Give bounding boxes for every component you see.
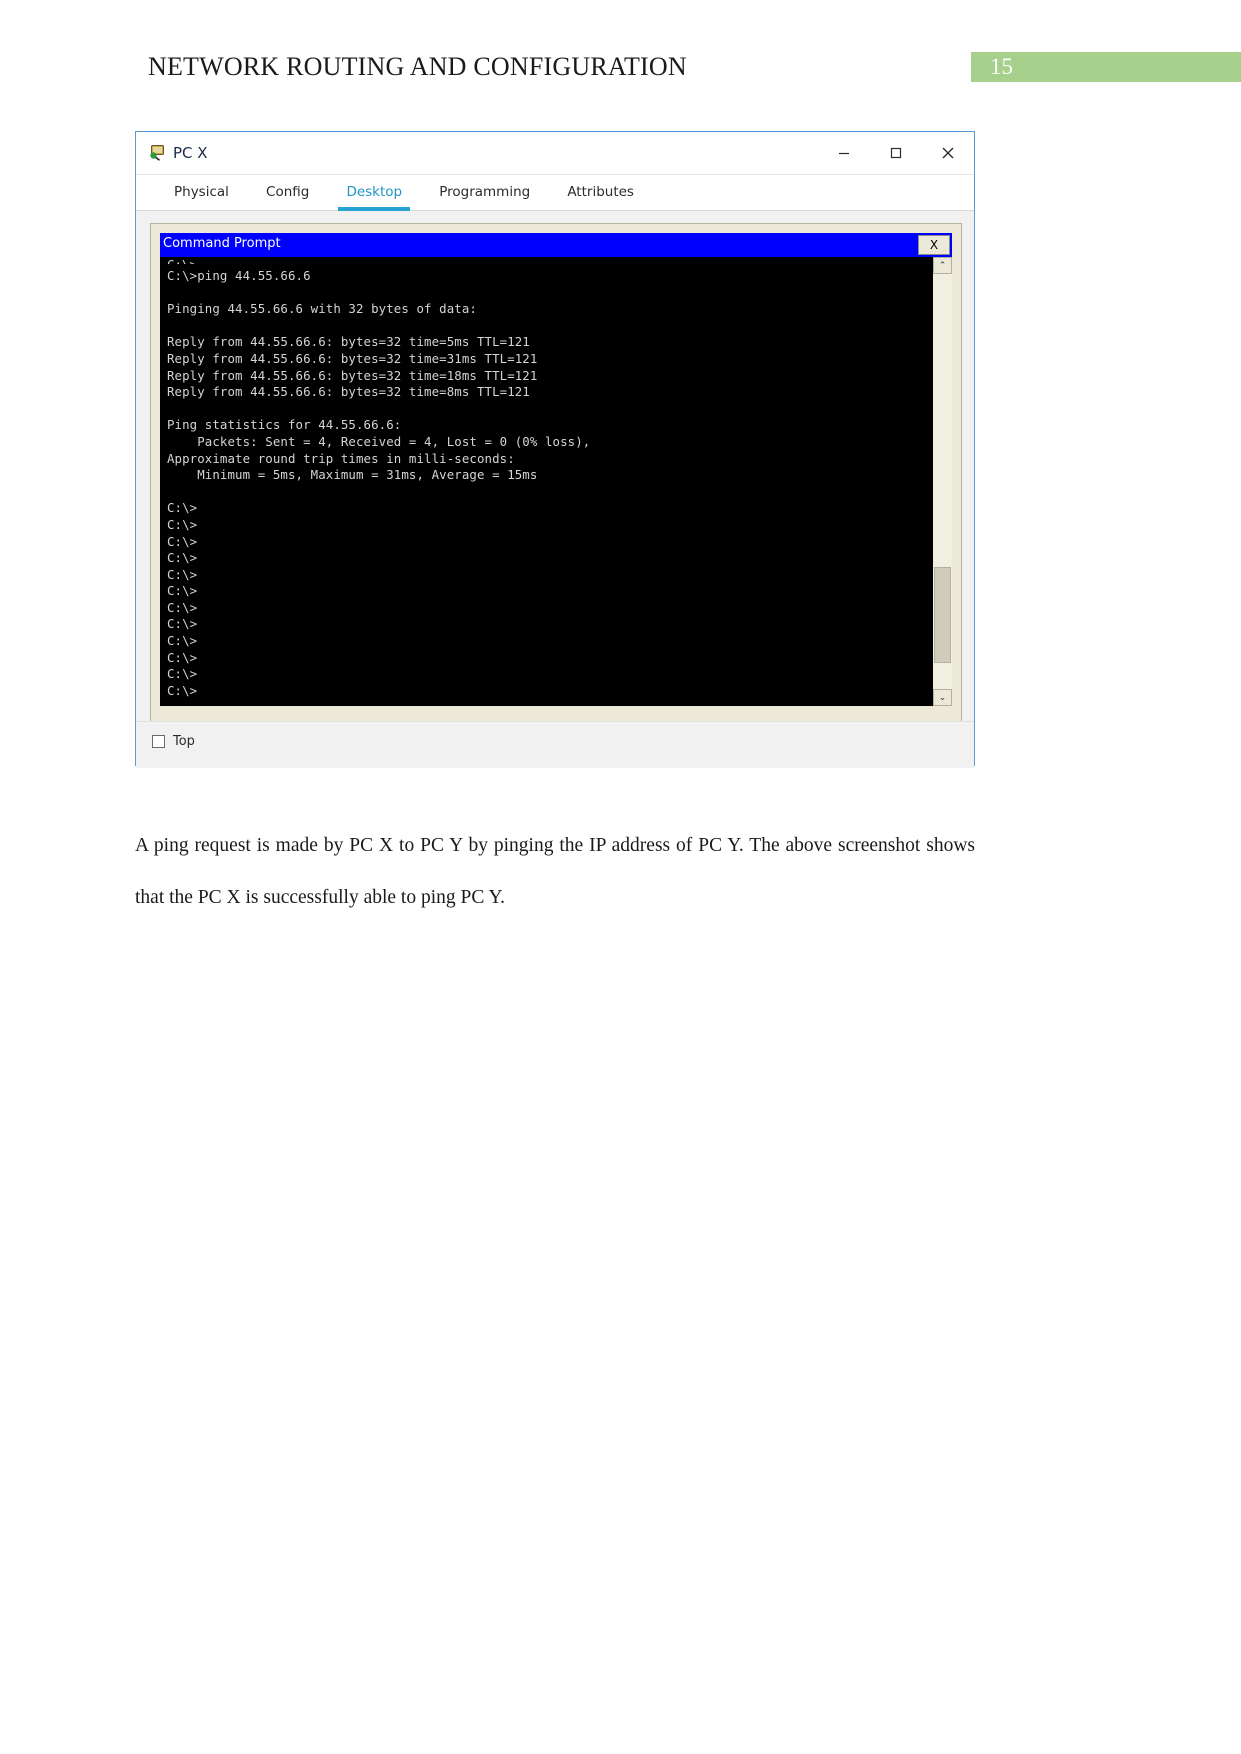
scroll-up-icon[interactable]: ⌃ [933, 257, 952, 274]
desktop-panel: Command Prompt X C:\> C:\>ping 44.55.66.… [136, 211, 974, 768]
window-footer: Top [136, 721, 974, 765]
tab-programming[interactable]: Programming [423, 175, 546, 211]
close-button[interactable] [922, 132, 974, 174]
window-title: PC X [173, 144, 208, 162]
scroll-down-icon[interactable]: ⌄ [933, 689, 952, 706]
terminal-screen[interactable]: C:\> C:\>ping 44.55.66.6 Pinging 44.55.6… [160, 257, 952, 706]
tab-attributes[interactable]: Attributes [551, 175, 650, 211]
minimize-button[interactable] [818, 132, 870, 174]
pc-device-icon [148, 143, 166, 161]
terminal-scrollbar[interactable]: ⌃ ⌄ [932, 257, 952, 706]
page-header: NETWORK ROUTING AND CONFIGURATION 15 [0, 0, 1241, 110]
tab-desktop[interactable]: Desktop [330, 175, 418, 211]
top-checkbox[interactable] [152, 735, 165, 748]
maximize-button[interactable] [870, 132, 922, 174]
page-number-badge: 15 [971, 52, 1241, 82]
tab-config[interactable]: Config [250, 175, 325, 211]
terminal-clipped-line: C:\> [160, 257, 932, 264]
scrollbar-thumb[interactable] [934, 567, 951, 663]
command-prompt-title: Command Prompt [163, 236, 281, 251]
body-paragraph: A ping request is made by PC X to PC Y b… [135, 834, 975, 908]
command-prompt-window: Command Prompt X C:\> C:\>ping 44.55.66.… [150, 223, 962, 728]
tab-bar: Physical Config Desktop Programming Attr… [136, 175, 974, 211]
terminal-output: C:\>ping 44.55.66.6 Pinging 44.55.66.6 w… [167, 268, 591, 698]
command-prompt-close-button[interactable]: X [918, 235, 950, 255]
window-controls [818, 132, 974, 174]
page-number: 15 [990, 54, 1013, 79]
command-prompt-titlebar: Command Prompt X [160, 233, 952, 257]
document-title: NETWORK ROUTING AND CONFIGURATION [148, 52, 687, 81]
top-checkbox-label: Top [173, 734, 195, 749]
top-checkbox-group[interactable]: Top [152, 734, 195, 749]
tab-physical[interactable]: Physical [158, 175, 245, 211]
pc-x-window: PC X Physical Config Desktop Programming… [135, 131, 975, 768]
window-titlebar: PC X [136, 132, 974, 175]
